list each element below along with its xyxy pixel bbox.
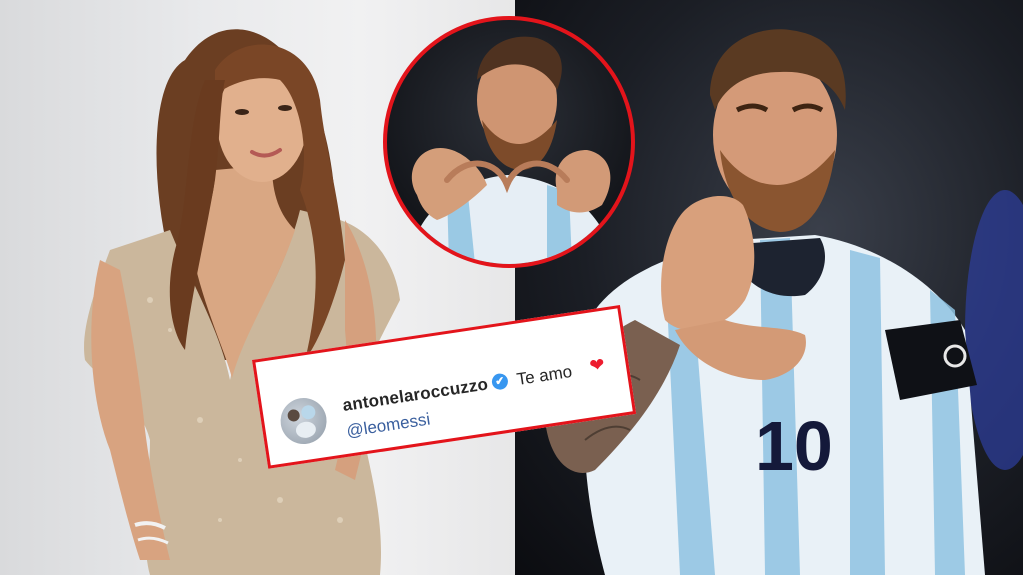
commenter-username[interactable]: antonelaroccuzzo xyxy=(341,374,489,415)
comment-mention-link[interactable]: @leomessi xyxy=(345,409,431,441)
inset-illustration xyxy=(407,36,617,264)
commenter-avatar[interactable] xyxy=(277,394,330,448)
composite-image: 10 antonelaroccuzzo ✔ Te amo ❤ @leomessi xyxy=(0,0,1023,575)
verified-badge-icon: ✔ xyxy=(490,372,510,391)
jersey-number: 10 xyxy=(755,407,833,485)
comment-text: Te amo xyxy=(515,361,574,389)
inset-circle-photo xyxy=(383,16,635,268)
heart-icon: ❤ xyxy=(588,354,607,377)
